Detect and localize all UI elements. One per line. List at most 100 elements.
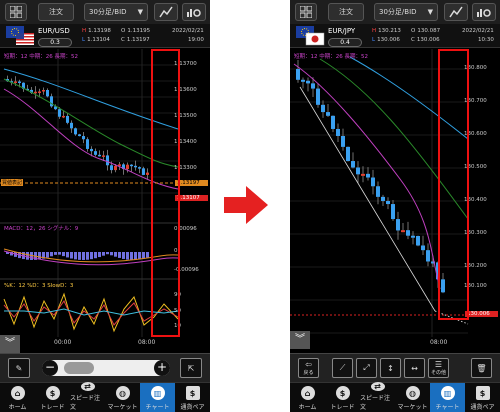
tab-chart[interactable]: ▥ チャート [430, 383, 465, 412]
candle-body [381, 196, 385, 201]
trade-icon: $ [335, 386, 350, 400]
tab-speed-order[interactable]: ⇄ スピード注文 [70, 382, 105, 412]
other-tools-button[interactable]: ☰ その他 [428, 358, 449, 378]
fullscreen-button[interactable]: ⇱ [180, 358, 202, 378]
tab-chart[interactable]: ▥ チャート [140, 383, 175, 412]
macd-bar [54, 252, 57, 255]
bottom-tab-bar: ⌂ ホーム $ トレード ⇄ スピード注文 ◍ マーケット ▥ チャート $ 通貨ペア [0, 382, 210, 412]
currency-flags [296, 26, 326, 46]
open-price: O 130.087 [411, 28, 441, 34]
order-button[interactable]: 注文 [328, 3, 364, 21]
timeframe-label: 30分足/BID [89, 8, 127, 16]
time-label-1: 08:00 [430, 339, 448, 346]
currency-flags [6, 26, 36, 46]
trade-icon: $ [45, 386, 60, 400]
candle-body [336, 128, 340, 136]
currency-pair-icon: $ [475, 386, 490, 400]
eur-usd-flag-icon [6, 26, 34, 45]
zoom-toolbar: ✎ − + ⇱ [0, 353, 210, 382]
speed-order-icon: ⇄ [80, 382, 95, 391]
time-label-2: 08:00 [138, 339, 156, 346]
chevron-down-icon: ▼ [137, 8, 143, 16]
ray-line-button[interactable]: ⤢ [356, 358, 377, 378]
tab-market[interactable]: ◍ マーケット [105, 383, 140, 412]
menu-grid-button[interactable] [5, 3, 27, 21]
macd-bar [102, 252, 105, 256]
chart-settings-button[interactable] [472, 3, 496, 21]
open-price: O 1.13195 [121, 28, 151, 34]
candle-body [356, 167, 360, 175]
trendline-button[interactable]: ⟋ [332, 358, 353, 378]
spread-badge: 0.3 [38, 38, 72, 47]
tab-home[interactable]: ⌂ ホーム [290, 383, 325, 412]
cross-label: 買値表記 [1, 179, 24, 186]
tab-home[interactable]: ⌂ ホーム [0, 383, 35, 412]
draw-button[interactable]: ✎ [8, 358, 30, 378]
expand-icon: ⇱ [187, 363, 195, 373]
macd-bar [106, 252, 109, 255]
candle-body [331, 115, 335, 129]
ma-legend: 短期：12 中期：26 長期：52 [4, 54, 78, 60]
tab-trade[interactable]: $ トレード [35, 383, 70, 412]
candle-body [106, 155, 109, 166]
indicator-button[interactable] [444, 3, 468, 21]
zoom-slider-thumb[interactable] [64, 362, 94, 374]
trendline-icon: ⟋ [339, 363, 346, 372]
right-arrow-icon [224, 186, 268, 224]
horizontal-line-button[interactable]: ↔ [404, 358, 425, 378]
candle-body [426, 250, 430, 262]
candle-body [126, 164, 129, 170]
back-button[interactable]: ⇦ 戻る [298, 358, 319, 378]
zoom-out-icon[interactable]: − [42, 360, 58, 376]
chart-line-icon [159, 6, 173, 18]
grid-icon [10, 6, 22, 18]
collapse-button[interactable]: ︾ [290, 331, 310, 349]
candle-body [138, 167, 141, 169]
tab-trade[interactable]: $ トレード [325, 383, 360, 412]
candle-body [86, 139, 89, 149]
price-chart[interactable]: 短期：12 中期：26 長期：52 130.800 130.700 130.60… [290, 49, 500, 353]
candle-body [351, 161, 355, 168]
bottom-tab-bar: ⌂ ホーム $ トレード ⇄ スピード注文 ◍ マーケット ▥ チャート $ 通貨ペア [290, 382, 500, 412]
quote-bar: EUR/USD 0.3 H 1.13198 L 1.13104 O 1.13195 C… [0, 24, 210, 48]
right-screen: 注文 30分足/BID ▼ EUR/JPY 0.4 H 130.213 L 130.… [290, 0, 500, 412]
timeframe-select[interactable]: 30分足/BID ▼ [84, 3, 148, 21]
candle-body [296, 69, 300, 80]
zoom-slider[interactable]: − + [42, 360, 170, 376]
candle-body [386, 200, 390, 205]
order-button[interactable]: 注文 [38, 3, 74, 21]
grid-icon [300, 6, 312, 18]
chart-gear-icon [187, 9, 201, 17]
candle-body [42, 90, 45, 92]
horizontal-line-icon: ↔ [411, 363, 418, 373]
tab-market[interactable]: ◍ マーケット [395, 383, 430, 412]
menu-grid-button[interactable] [295, 3, 317, 21]
speed-order-icon: ⇄ [370, 382, 385, 391]
macd-label: MACD：12，26 シグナル：9 [4, 226, 79, 232]
low-price: L 130.006 [372, 37, 400, 43]
candle-body [406, 230, 410, 236]
chart-settings-button[interactable] [182, 3, 206, 21]
zoom-in-icon[interactable]: + [154, 360, 170, 376]
macd-bar [46, 252, 49, 258]
collapse-button[interactable]: ︾ [0, 335, 20, 353]
chart-line-icon [449, 6, 463, 18]
price-chart[interactable]: 短期：12 中期：26 長期：52 1.13700 1.13600 1.1350… [0, 49, 210, 353]
tab-currency-pair[interactable]: $ 通貨ペア [465, 383, 500, 412]
candle-body [371, 177, 375, 187]
candle-body [376, 186, 380, 197]
ray-line-icon: ⤢ [363, 363, 370, 372]
vertical-line-button[interactable]: ↕ [380, 358, 401, 378]
tab-currency-pair[interactable]: $ 通貨ペア [175, 383, 210, 412]
chart-gear-icon [477, 9, 491, 17]
candle-body [94, 151, 97, 155]
tab-speed-order[interactable]: ⇄ スピード注文 [360, 382, 395, 412]
ma-legend: 短期：12 中期：26 長期：52 [294, 54, 368, 60]
indicator-button[interactable] [154, 3, 178, 21]
timeframe-select[interactable]: 30分足/BID ▼ [374, 3, 438, 21]
chart-icon: ▥ [150, 386, 165, 400]
delete-button[interactable]: 🗑 [471, 358, 492, 378]
candle-body [391, 204, 395, 220]
macd-bar [86, 252, 89, 260]
macd-bar [50, 252, 53, 257]
